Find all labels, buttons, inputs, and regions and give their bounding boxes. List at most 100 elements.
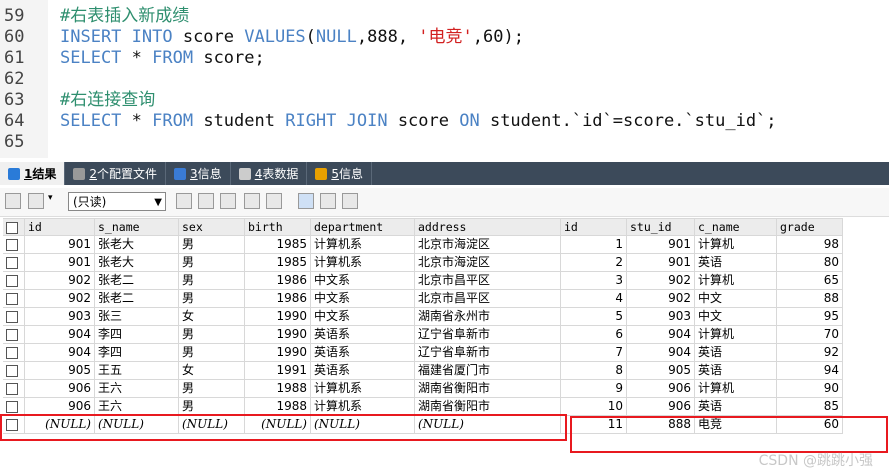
row-checkbox[interactable] xyxy=(3,344,25,362)
column-header[interactable]: id xyxy=(561,218,627,236)
table-cell[interactable]: 90 xyxy=(777,380,843,398)
table-cell[interactable]: 3 xyxy=(561,272,627,290)
duplicate-row-icon[interactable] xyxy=(198,193,214,209)
delete-icon[interactable] xyxy=(244,193,260,209)
column-header[interactable]: c_name xyxy=(695,218,777,236)
table-cell[interactable]: 英语 xyxy=(695,254,777,272)
table-cell[interactable]: 9 xyxy=(561,380,627,398)
tab-5[interactable]: 5 信息 xyxy=(307,162,372,185)
table-cell[interactable]: 901 xyxy=(25,254,95,272)
table-cell[interactable]: 男 xyxy=(179,272,245,290)
table-cell[interactable]: 1986 xyxy=(245,272,311,290)
save-icon[interactable] xyxy=(220,193,236,209)
table-cell[interactable]: 904 xyxy=(25,344,95,362)
table-cell[interactable]: 1985 xyxy=(245,236,311,254)
table-cell[interactable]: 女 xyxy=(179,362,245,380)
table-cell[interactable]: 王五 xyxy=(95,362,179,380)
row-checkbox[interactable] xyxy=(3,290,25,308)
column-header[interactable]: birth xyxy=(245,218,311,236)
table-cell[interactable]: 5 xyxy=(561,308,627,326)
table-cell[interactable]: 北京市昌平区 xyxy=(415,272,561,290)
table-cell[interactable]: 中文系 xyxy=(311,272,415,290)
row-checkbox[interactable] xyxy=(3,272,25,290)
row-checkbox[interactable] xyxy=(3,380,25,398)
table-cell[interactable]: 901 xyxy=(627,254,695,272)
table-cell[interactable]: 北京市海淀区 xyxy=(415,236,561,254)
table-cell[interactable]: 1991 xyxy=(245,362,311,380)
table-cell[interactable]: 94 xyxy=(777,362,843,380)
import-icon[interactable] xyxy=(28,193,44,209)
table-cell[interactable]: 904 xyxy=(627,344,695,362)
table-cell[interactable]: 2 xyxy=(561,254,627,272)
table-cell[interactable]: 张老大 xyxy=(95,236,179,254)
table-cell[interactable]: 1985 xyxy=(245,254,311,272)
table-cell[interactable]: 中文 xyxy=(695,290,777,308)
table-cell[interactable]: 英语系 xyxy=(311,362,415,380)
table-cell[interactable]: 男 xyxy=(179,254,245,272)
table-cell[interactable]: 男 xyxy=(179,236,245,254)
table-cell[interactable]: 中文 xyxy=(695,308,777,326)
table-cell[interactable]: 901 xyxy=(627,236,695,254)
table-cell[interactable]: 70 xyxy=(777,326,843,344)
table-cell[interactable]: 张三 xyxy=(95,308,179,326)
table-cell[interactable]: 男 xyxy=(179,380,245,398)
table-cell[interactable]: 女 xyxy=(179,308,245,326)
tab-4[interactable]: 4 表数据 xyxy=(231,162,308,185)
table-cell[interactable]: 1986 xyxy=(245,290,311,308)
column-header[interactable]: address xyxy=(415,218,561,236)
table-cell[interactable]: 中文系 xyxy=(311,308,415,326)
table-cell[interactable]: 1990 xyxy=(245,308,311,326)
table-cell[interactable]: 10 xyxy=(561,398,627,416)
row-checkbox[interactable] xyxy=(3,362,25,380)
table-cell[interactable]: 905 xyxy=(627,362,695,380)
text-view-icon[interactable] xyxy=(342,193,358,209)
table-cell[interactable]: 906 xyxy=(25,380,95,398)
table-cell[interactable]: 福建省厦门市 xyxy=(415,362,561,380)
table-cell[interactable]: 张老二 xyxy=(95,290,179,308)
row-checkbox[interactable] xyxy=(3,254,25,272)
column-header[interactable]: grade xyxy=(777,218,843,236)
table-cell[interactable]: 905 xyxy=(25,362,95,380)
table-cell[interactable]: 88 xyxy=(777,290,843,308)
table-cell[interactable]: 计算机 xyxy=(695,326,777,344)
column-header[interactable]: s_name xyxy=(95,218,179,236)
table-cell[interactable]: 902 xyxy=(25,290,95,308)
column-header[interactable]: department xyxy=(311,218,415,236)
table-cell[interactable]: 北京市海淀区 xyxy=(415,254,561,272)
table-cell[interactable]: 902 xyxy=(627,272,695,290)
table-cell[interactable]: 辽宁省阜新市 xyxy=(415,344,561,362)
table-cell[interactable]: 男 xyxy=(179,326,245,344)
table-cell[interactable]: 男 xyxy=(179,290,245,308)
table-cell[interactable]: 英语 xyxy=(695,398,777,416)
chevron-down-icon[interactable]: ▾ xyxy=(48,193,58,209)
table-cell[interactable]: 85 xyxy=(777,398,843,416)
tab-2[interactable]: 2 个配置文件 xyxy=(65,162,167,185)
table-cell[interactable]: 计算机系 xyxy=(311,380,415,398)
table-cell[interactable]: 95 xyxy=(777,308,843,326)
table-cell[interactable]: 901 xyxy=(25,236,95,254)
table-cell[interactable]: 计算机 xyxy=(695,380,777,398)
table-cell[interactable]: 张老二 xyxy=(95,272,179,290)
table-cell[interactable]: 8 xyxy=(561,362,627,380)
table-cell[interactable]: 计算机系 xyxy=(311,254,415,272)
table-cell[interactable]: 902 xyxy=(627,290,695,308)
table-cell[interactable]: 男 xyxy=(179,344,245,362)
table-cell[interactable]: 903 xyxy=(627,308,695,326)
cancel-icon[interactable] xyxy=(266,193,282,209)
grid-view-icon[interactable] xyxy=(298,193,314,209)
column-header[interactable]: id xyxy=(25,218,95,236)
table-cell[interactable]: 80 xyxy=(777,254,843,272)
table-cell[interactable]: 1 xyxy=(561,236,627,254)
table-cell[interactable]: 1990 xyxy=(245,344,311,362)
table-cell[interactable]: 李四 xyxy=(95,344,179,362)
table-cell[interactable]: 湖南省永州市 xyxy=(415,308,561,326)
table-cell[interactable]: 6 xyxy=(561,326,627,344)
table-cell[interactable]: 1988 xyxy=(245,380,311,398)
table-cell[interactable]: 7 xyxy=(561,344,627,362)
form-view-icon[interactable] xyxy=(320,193,336,209)
table-cell[interactable]: 英语 xyxy=(695,362,777,380)
row-checkbox[interactable] xyxy=(3,236,25,254)
add-row-icon[interactable] xyxy=(176,193,192,209)
table-cell[interactable]: 903 xyxy=(25,308,95,326)
table-cell[interactable]: 计算机 xyxy=(695,236,777,254)
